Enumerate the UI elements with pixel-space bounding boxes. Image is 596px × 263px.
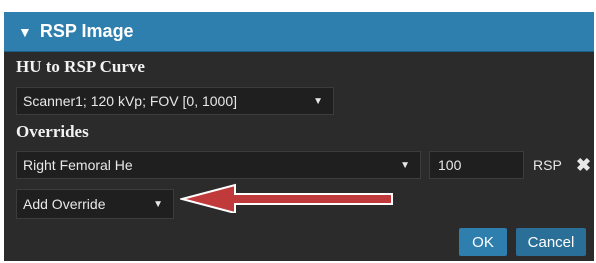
cancel-button[interactable]: Cancel <box>516 228 586 256</box>
rsp-image-panel: ▼ RSP Image HU to RSP Curve Scanner1; 12… <box>4 12 594 261</box>
chevron-down-icon: ▼ <box>400 159 410 171</box>
hu-to-rsp-curve-label: HU to RSP Curve <box>16 57 145 76</box>
ok-button[interactable]: OK <box>459 228 507 256</box>
override-unit-label: RSP <box>533 157 562 173</box>
override-value-input[interactable]: 100 <box>429 151 524 179</box>
annotation-arrow-icon <box>180 183 393 213</box>
caret-down-icon[interactable]: ▼ <box>18 24 32 40</box>
hu-curve-select[interactable]: Scanner1; 120 kVp; FOV [0, 1000] ▼ <box>16 87 334 115</box>
chevron-down-icon: ▼ <box>153 198 163 210</box>
override-material-value: Right Femoral He <box>23 157 133 173</box>
overrides-label: Overrides <box>16 122 89 141</box>
override-material-select[interactable]: Right Femoral He ▼ <box>16 151 421 179</box>
add-override-select[interactable]: Add Override ▼ <box>16 189 174 219</box>
close-icon[interactable]: ✖ <box>576 156 591 174</box>
hu-curve-selected-value: Scanner1; 120 kVp; FOV [0, 1000] <box>23 93 238 109</box>
chevron-down-icon: ▼ <box>313 95 323 107</box>
panel-title: RSP Image <box>39 21 134 41</box>
panel-header[interactable]: ▼ RSP Image <box>4 12 594 52</box>
add-override-label: Add Override <box>23 196 106 212</box>
